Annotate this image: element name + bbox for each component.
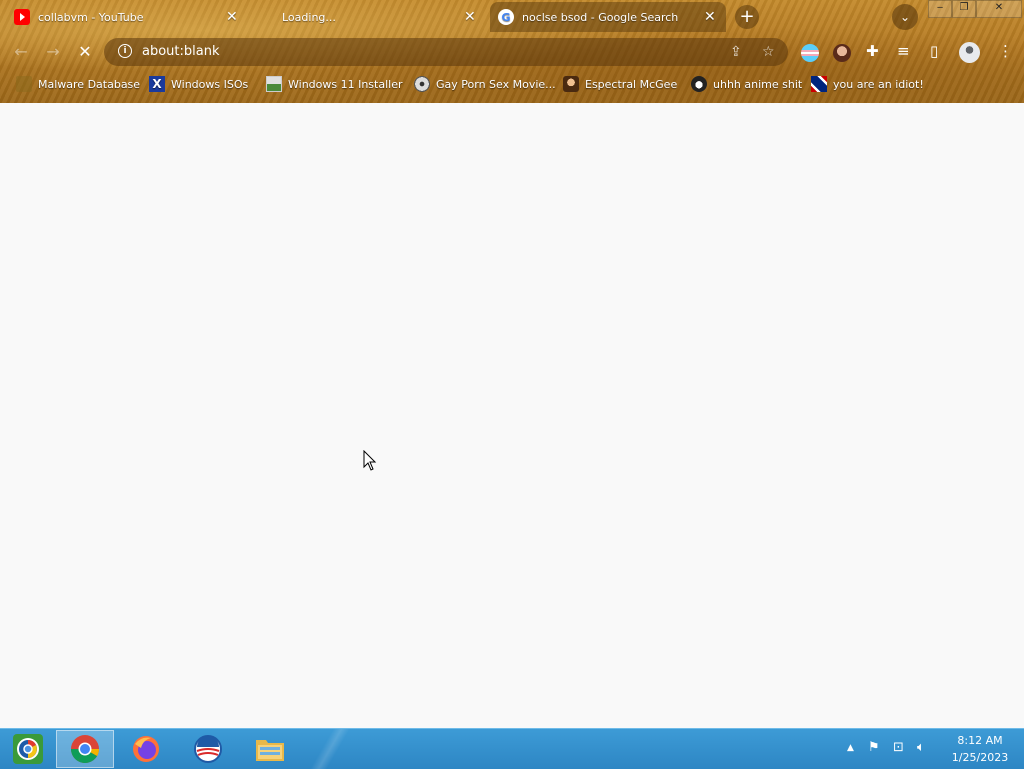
bookmark-malware-database[interactable]: Malware Database <box>16 76 140 92</box>
bookmark-star-icon[interactable]: ☆ <box>762 44 775 60</box>
forward-button[interactable]: → <box>42 41 64 63</box>
x-icon: X <box>149 76 165 92</box>
back-button[interactable]: ← <box>10 41 32 63</box>
chrome-icon <box>71 735 99 763</box>
bookmark-you-are-an-idiot[interactable]: you are an idiot! <box>811 76 924 92</box>
close-tab-icon[interactable]: ✕ <box>704 9 716 25</box>
extensions-puzzle-icon[interactable]: ✚ <box>866 42 879 60</box>
bookmark-windows-11-installer[interactable]: Windows 11 Installer <box>266 76 403 92</box>
start-button[interactable] <box>0 730 56 768</box>
tab-title: collabvm - YouTube <box>38 10 144 24</box>
taskbar: ▲ ⚑ ⊡ 🔈︎ 8:12 AM 1/25/2023 <box>0 728 1024 769</box>
youtube-icon <box>14 9 30 25</box>
bookmark-gay-porn-sex-movie[interactable]: Gay Porn Sex Movie... <box>414 76 556 92</box>
bookmark-label: Espectral McGee <box>585 77 678 91</box>
bookmark-anime[interactable]: uhhh anime shit <box>691 76 802 92</box>
bookmarks-bar: Malware Database X Windows ISOs Windows … <box>0 72 1024 96</box>
anime-icon <box>691 76 707 92</box>
restore-button[interactable]: ❐ <box>952 0 976 18</box>
folder-icon <box>256 740 284 761</box>
bookmark-windows-isos[interactable]: X Windows ISOs <box>149 76 248 92</box>
toolbar: ← → ✕ i about:blank ⇪ ☆ ✚ ≡ ▯ ⋮ <box>0 36 1024 68</box>
mouse-cursor-icon <box>363 450 377 471</box>
flag-icon <box>811 76 827 92</box>
menu-kebab-icon[interactable]: ⋮ <box>998 42 1013 60</box>
share-icon[interactable]: ⇪ <box>730 44 742 60</box>
tab-google-search[interactable]: G noclse bsod - Google Search ✕ <box>490 2 726 32</box>
stop-loading-button[interactable]: ✕ <box>74 41 96 63</box>
bookmark-label: Malware Database <box>38 77 141 91</box>
bookmark-label: uhhh anime shit <box>713 77 803 91</box>
close-window-button[interactable]: ✕ <box>976 0 1022 18</box>
side-panel-icon[interactable]: ▯ <box>930 42 938 60</box>
tab-loading[interactable]: Loading... ✕ <box>282 4 482 30</box>
volume-icon[interactable]: 🔈︎ <box>917 740 925 755</box>
character-icon <box>563 76 579 92</box>
site-info-icon[interactable]: i <box>118 44 132 58</box>
tab-title: noclse bsod - Google Search <box>522 10 679 24</box>
obama-logo-icon <box>194 735 222 763</box>
page-content-blank[interactable] <box>0 103 1024 728</box>
browser-chrome: collabvm - YouTube ✕ Loading... ✕ G nocl… <box>0 0 1024 103</box>
address-bar[interactable]: i about:blank ⇪ ☆ <box>104 38 788 66</box>
close-tab-icon[interactable]: ✕ <box>464 9 476 25</box>
image-icon <box>266 76 282 92</box>
cd-icon <box>414 76 430 92</box>
minimize-button[interactable]: ‒ <box>928 0 952 18</box>
reading-list-icon[interactable]: ≡ <box>897 42 910 60</box>
bookmark-label: Windows ISOs <box>171 77 249 91</box>
tab-search-button[interactable]: ⌄ <box>892 4 918 30</box>
close-tab-icon[interactable]: ✕ <box>226 9 238 25</box>
system-clock[interactable]: 8:12 AM 1/25/2023 <box>940 732 1020 766</box>
action-center-flag-icon[interactable]: ⚑ <box>868 740 880 755</box>
firefox-icon <box>133 736 159 762</box>
bookmark-label: you are an idiot! <box>833 77 924 91</box>
extension-avatar-icon[interactable] <box>833 44 851 62</box>
taskbar-firefox[interactable] <box>118 730 174 768</box>
tab-youtube[interactable]: collabvm - YouTube ✕ <box>14 4 244 30</box>
extension-flag-icon[interactable] <box>801 44 819 62</box>
taskbar-file-explorer[interactable] <box>242 730 298 768</box>
clock-date: 1/25/2023 <box>951 751 1009 764</box>
profile-avatar-icon[interactable] <box>959 42 980 63</box>
url-text[interactable]: about:blank <box>142 44 220 59</box>
tab-title: Loading... <box>282 10 336 24</box>
bookmark-label: Windows 11 Installer <box>288 77 403 91</box>
taskbar-chrome[interactable] <box>56 730 114 768</box>
show-hidden-icons-icon[interactable]: ▲ <box>847 743 854 753</box>
network-icon[interactable]: ⊡ <box>893 740 904 755</box>
bookmark-label: Gay Porn Sex Movie... <box>436 77 556 91</box>
bookmark-espectral-mcgee[interactable]: Espectral McGee <box>563 76 677 92</box>
clock-time: 8:12 AM <box>957 734 1003 747</box>
google-icon: G <box>498 9 514 25</box>
folder-icon <box>16 76 32 92</box>
taskbar-obama-app[interactable] <box>180 730 236 768</box>
new-tab-button[interactable]: + <box>735 5 759 29</box>
start-orb-icon <box>13 734 43 764</box>
